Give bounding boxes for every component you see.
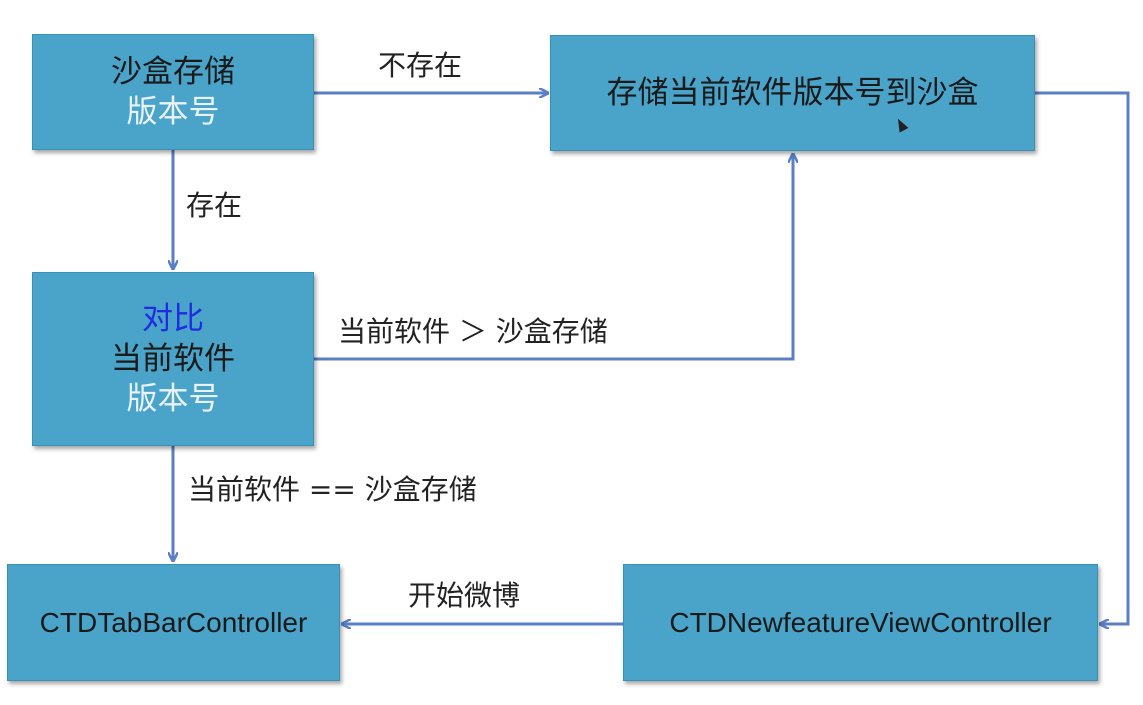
node-newfeature-controller: CTDNewfeatureViewController	[623, 564, 1098, 681]
node-compare-subject: 当前软件	[111, 341, 235, 377]
node-compare-version: 对比 当前软件 版本号	[32, 272, 314, 446]
node-sandbox-version-subtitle: 版本号	[126, 94, 220, 130]
node-save-version: 存储当前软件版本号到沙盒	[550, 35, 1035, 151]
node-compare-title: 对比	[142, 301, 204, 337]
edge-label-exist: 存在	[186, 189, 243, 222]
edge-label-start-weibo: 开始微博	[408, 579, 521, 612]
edge-label-current-greater: 当前软件 ＞ 沙盒存储	[338, 315, 608, 348]
edge-label-not-exist: 不存在	[378, 49, 463, 82]
node-tabbar-controller-title: CTDTabBarController	[39, 606, 308, 638]
arrow-save-to-newfeature	[1035, 91, 1130, 624]
node-compare-subtitle: 版本号	[126, 381, 220, 417]
node-newfeature-controller-title: CTDNewfeatureViewController	[669, 606, 1052, 638]
node-tabbar-controller: CTDTabBarController	[7, 564, 340, 681]
node-sandbox-version-title: 沙盒存储	[111, 54, 235, 90]
node-sandbox-version: 沙盒存储 版本号	[32, 34, 314, 150]
edge-label-current-equal: 当前软件 == 沙盒存储	[188, 473, 477, 506]
node-save-version-title: 存储当前软件版本号到沙盒	[606, 75, 979, 111]
